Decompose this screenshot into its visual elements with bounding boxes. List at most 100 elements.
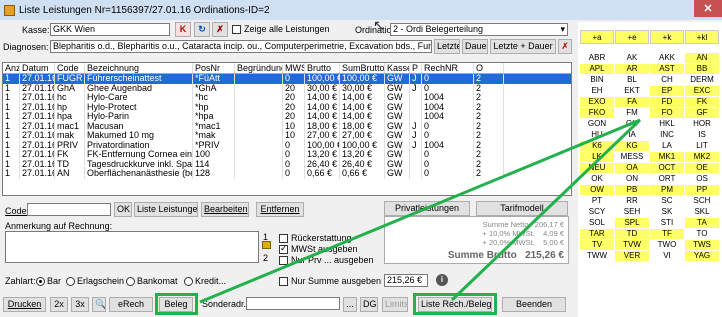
shortcut-cell[interactable]: IA [615, 130, 649, 140]
shortcut-cell[interactable]: OA [615, 163, 649, 173]
ok-button[interactable]: OK [114, 202, 132, 217]
column-header[interactable]: RechNR [422, 63, 474, 73]
k-button[interactable]: K [175, 22, 191, 37]
bankomat-radio[interactable]: Bankomat [126, 276, 178, 287]
zeige-alle-check[interactable] [232, 25, 241, 35]
shortcut-cell[interactable]: MK2 [685, 152, 719, 162]
column-header[interactable]: Bezeichnung [85, 63, 193, 73]
sonderadr-browse-button[interactable]: ... [343, 297, 357, 312]
shortcut-cell[interactable]: PT [580, 196, 614, 206]
mwst-check[interactable] [279, 243, 288, 255]
shortcut-cell[interactable]: AK [615, 53, 649, 63]
column-header[interactable]: SumBrutto [340, 63, 385, 73]
sonderadr-input[interactable] [246, 297, 340, 310]
shortcut-cell[interactable]: TO [685, 229, 719, 239]
shortcut-cell[interactable]: HKL [650, 119, 684, 129]
mwst-checkbox[interactable]: MWSt ausgeben [279, 243, 358, 255]
shortcut-cell[interactable]: INC [650, 130, 684, 140]
leistungen-table[interactable]: Anz Datum Code Bezeichnung PosNr Begründung MW… [2, 62, 572, 196]
nur-summe-check[interactable] [279, 277, 288, 287]
shortcut-cell[interactable]: EKT [615, 86, 649, 96]
shortcut-cell[interactable]: OCT [650, 163, 684, 173]
nur-prv-check[interactable] [279, 256, 288, 266]
close-button[interactable]: ✕ [694, 0, 722, 17]
bar-radio-dot[interactable] [36, 277, 45, 287]
column-header[interactable]: Datum [20, 63, 55, 73]
shortcut-cell[interactable]: TD [615, 229, 649, 239]
table-body[interactable]: 1 27.01.16 FUGR Führerscheinattest *FüAtt 0 10… [3, 74, 571, 179]
kredit-radio[interactable]: Kredit... [184, 276, 226, 287]
rueckerstattung-check[interactable] [279, 234, 288, 244]
shortcut-cell[interactable]: MK1 [650, 152, 684, 162]
shortcut-cell[interactable]: FM [615, 108, 649, 118]
shortcut-cell[interactable]: TWO [650, 240, 684, 250]
column-header[interactable]: Anz [3, 63, 20, 73]
table-row[interactable]: 127.01.16FKFK-Entfernung Cornea einschl.… [3, 150, 571, 160]
shortcut-cell[interactable]: RR [615, 196, 649, 206]
shortcut-cell[interactable]: BB [685, 64, 719, 74]
shortcut-cell[interactable]: BL [615, 75, 649, 85]
shortcut-cell[interactable]: SK [650, 207, 684, 217]
tarifmodell-button[interactable]: Tarifmodell [476, 201, 568, 216]
table-row[interactable]: 127.01.16ANOberflächenanästhesie (bei.Me… [3, 169, 571, 179]
table-row[interactable]: 1 27.01.16 hc Hylo-Care *hc 20 14,00 €14,00 € G… [3, 93, 571, 103]
shortcut-cell[interactable]: BIN [580, 75, 614, 85]
shortcut-cell[interactable]: SCY [580, 207, 614, 217]
shortcut-cell[interactable]: FD [650, 97, 684, 107]
table-row[interactable]: 1 27.01.16 GhA Ghee Augenbad *GhA 20 30,00 €30… [3, 83, 571, 93]
shortcut-cell[interactable]: FKO [580, 108, 614, 118]
shortcut-cell[interactable]: EXO [580, 97, 614, 107]
column-header[interactable]: Brutto [305, 63, 340, 73]
shortcut-cell[interactable]: K6 [580, 141, 614, 151]
letzte-dauer-button[interactable]: Letzte + Dauer [490, 39, 556, 54]
shortcut-cell[interactable]: ABR [580, 53, 614, 63]
entfernen-button[interactable]: Entfernen [256, 202, 304, 217]
shortcut-header-cell[interactable]: +a [580, 30, 614, 44]
ordination-select[interactable]: 2 - Ordi Belegerteilung ▾ [390, 23, 568, 36]
shortcut-header-cell[interactable]: +kl [685, 30, 719, 44]
limits-button[interactable]: Limits [382, 297, 408, 312]
shortcut-cell[interactable]: LK [580, 152, 614, 162]
shortcut-cell[interactable]: AR [615, 64, 649, 74]
erlagschein-radio-dot[interactable] [66, 277, 75, 287]
table-row[interactable]: 1 27.01.16 hp Hylo-Protect *hp 20 14,00 €14,00… [3, 102, 571, 112]
print-3x-button[interactable]: 3x [71, 297, 89, 312]
privatleistungen-button[interactable]: Privatleistungen [384, 201, 470, 216]
shortcut-cell[interactable]: CH [650, 75, 684, 85]
shortcut-cell[interactable]: KG [615, 141, 649, 151]
shortcut-cell[interactable]: LA [650, 141, 684, 151]
shortcut-cell[interactable]: AN [685, 53, 719, 63]
shortcut-cell[interactable]: PP [685, 185, 719, 195]
rueckerstattung-checkbox[interactable]: Rückerstattung [279, 233, 352, 244]
shortcut-cell[interactable]: SCH [685, 196, 719, 206]
chevron-down-icon[interactable]: ▾ [560, 24, 565, 35]
shortcut-cell[interactable]: SKL [685, 207, 719, 217]
shortcut-header-cell[interactable]: +e [615, 30, 649, 44]
shortcut-cell[interactable]: PB [615, 185, 649, 195]
shortcut-cell[interactable]: FK [685, 97, 719, 107]
table-row[interactable]: 1 27.01.16 mak Makumed 10 mg *mak 10 27,00 €27… [3, 131, 571, 141]
print-2x-button[interactable]: 2x [50, 297, 68, 312]
shortcut-cell[interactable]: SEH [615, 207, 649, 217]
clear-x-icon[interactable]: ✗ [558, 39, 572, 54]
shortcut-cell[interactable]: SOL [580, 218, 614, 228]
shortcut-cell[interactable]: GU [615, 119, 649, 129]
shortcut-cell[interactable]: TVW [615, 240, 649, 250]
diagnosen-field[interactable]: Blepharitis o.d., Blepharitis o.u., Cata… [50, 40, 432, 53]
kasse-field[interactable]: GKK Wien [50, 23, 170, 36]
zeige-alle-checkbox[interactable]: Zeige alle Leistungen [232, 24, 330, 35]
column-header[interactable]: PosNr [193, 63, 235, 73]
drucken-button[interactable]: Drucken [3, 297, 46, 312]
table-row[interactable]: 1 27.01.16 hpa Hylo-Parin *hpa 20 14,00 €14,00… [3, 112, 571, 122]
shortcut-cell[interactable]: PM [650, 185, 684, 195]
dg-button[interactable]: DG [360, 297, 378, 312]
shortcut-cell[interactable]: TAR [580, 229, 614, 239]
shortcut-cell[interactable]: MESS [615, 152, 649, 162]
shortcut-cell[interactable]: TF [650, 229, 684, 239]
shortcut-cell[interactable]: OK [580, 174, 614, 184]
shortcut-cell[interactable]: EP [650, 86, 684, 96]
delete-x-icon[interactable]: ✗ [212, 22, 228, 37]
column-header[interactable]: O [474, 63, 504, 73]
shortcut-cell[interactable]: IS [685, 130, 719, 140]
dauer-button[interactable]: Dauer [462, 39, 488, 54]
